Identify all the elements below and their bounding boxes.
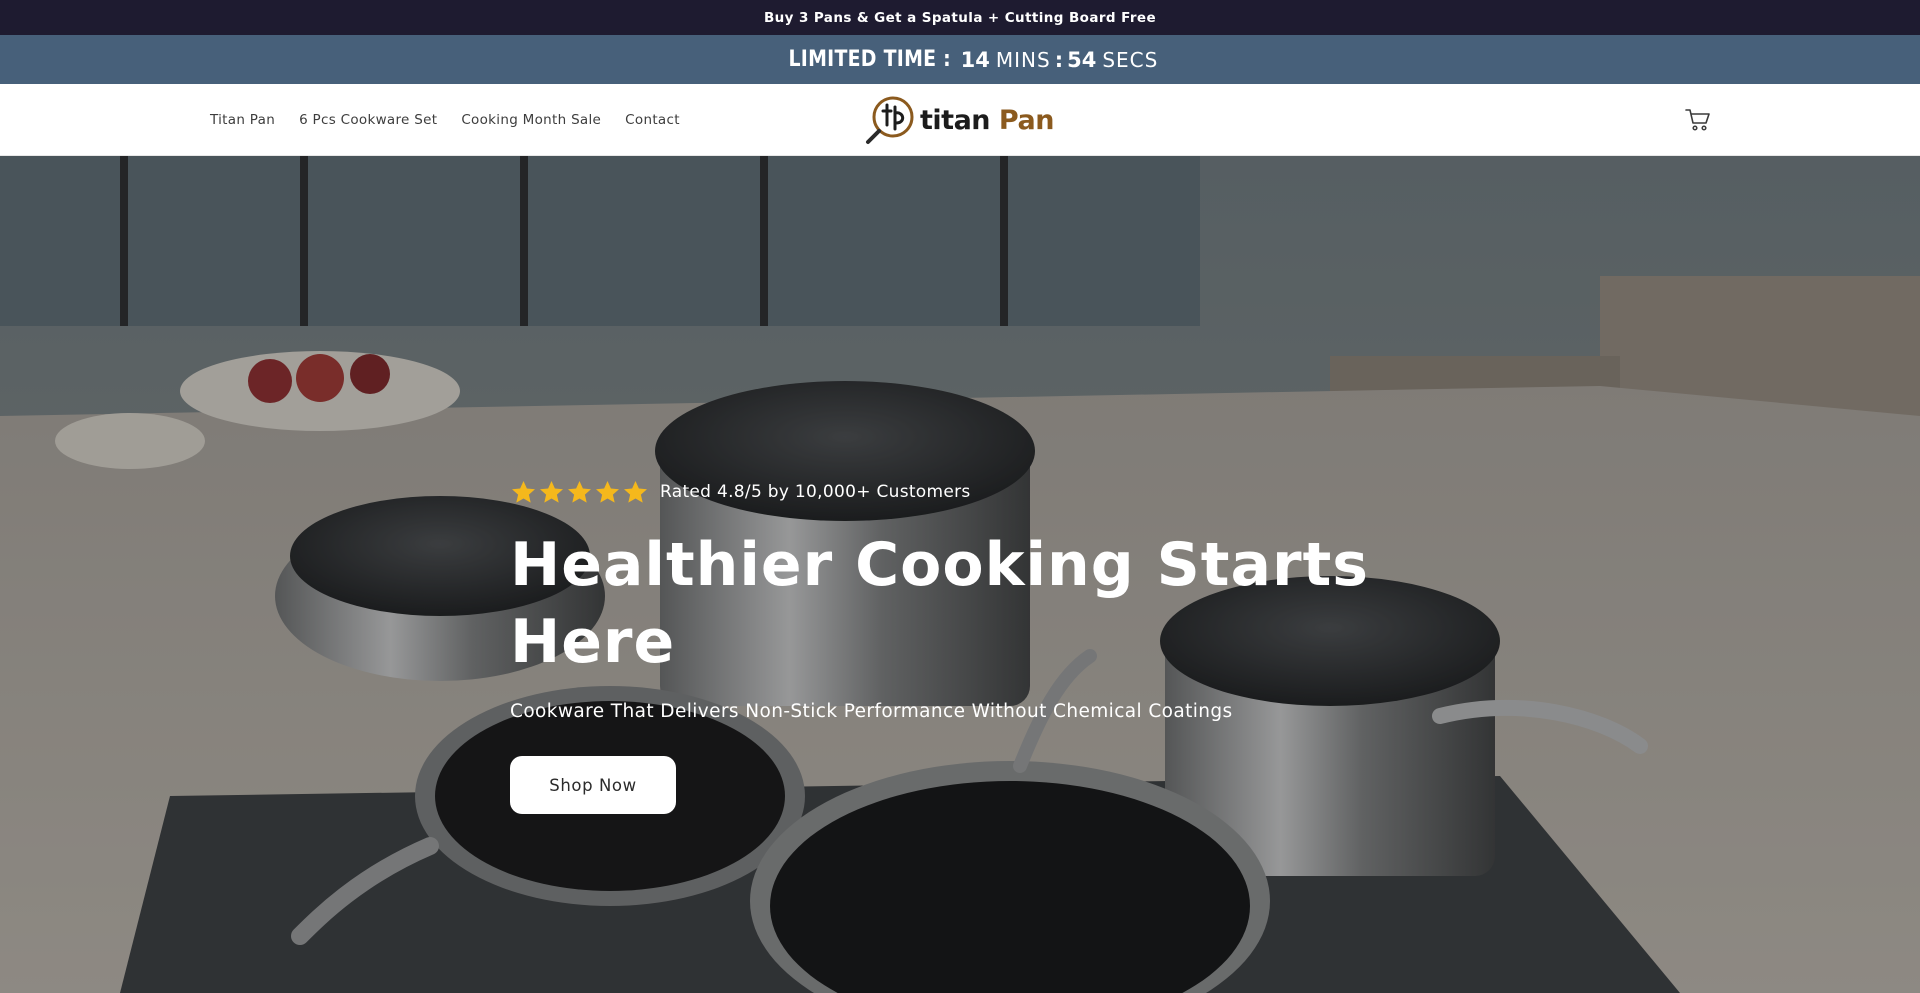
shop-now-button[interactable]: Shop Now bbox=[510, 756, 676, 814]
main-nav: Titan Pan 6 Pcs Cookware Set Cooking Mon… bbox=[210, 84, 704, 156]
rating-stars bbox=[510, 479, 650, 506]
star-icon bbox=[540, 480, 563, 503]
star-icon bbox=[568, 480, 591, 503]
nav-item-cooking-month-sale[interactable]: Cooking Month Sale bbox=[461, 112, 601, 128]
pan-logo-icon bbox=[866, 96, 914, 144]
nav-item-cookware-set[interactable]: 6 Pcs Cookware Set bbox=[299, 112, 437, 128]
star-icon bbox=[596, 480, 619, 503]
countdown-bar: LIMITED TIME : 14 MINS : 54 SECS bbox=[0, 35, 1920, 84]
logo-word-titan: titan bbox=[920, 104, 991, 136]
rating-row: Rated 4.8/5 by 10,000+ Customers bbox=[510, 478, 1410, 506]
rating-text: Rated 4.8/5 by 10,000+ Customers bbox=[660, 482, 971, 502]
countdown-minutes-unit: MINS bbox=[995, 47, 1051, 72]
cart-icon[interactable] bbox=[1685, 108, 1711, 132]
cart-icon-graphic bbox=[1685, 109, 1710, 131]
nav-item-titan-pan[interactable]: Titan Pan bbox=[210, 112, 275, 128]
countdown-separator: : bbox=[1054, 47, 1064, 72]
hero-title: Healthier Cooking Starts Here bbox=[510, 530, 1369, 677]
star-icon bbox=[624, 480, 647, 503]
countdown-label: LIMITED TIME : bbox=[788, 47, 951, 72]
announcement-bar: Buy 3 Pans & Get a Spatula + Cutting Boa… bbox=[0, 0, 1920, 35]
nav-item-contact[interactable]: Contact bbox=[625, 112, 680, 128]
site-header: Titan Pan 6 Pcs Cookware Set Cooking Mon… bbox=[0, 84, 1920, 156]
countdown-seconds: 54 bbox=[1067, 47, 1097, 72]
logo-wordmark: titan Pan bbox=[920, 105, 1054, 136]
hero-content: Rated 4.8/5 by 10,000+ Customers Healthi… bbox=[510, 478, 1410, 814]
site-logo[interactable]: titan Pan bbox=[864, 95, 1054, 145]
countdown-seconds-unit: SECS bbox=[1102, 47, 1159, 72]
countdown-minutes: 14 bbox=[960, 47, 990, 72]
logo-word-pan: Pan bbox=[998, 104, 1055, 136]
announcement-text: Buy 3 Pans & Get a Spatula + Cutting Boa… bbox=[763, 9, 1156, 26]
hero-section: Rated 4.8/5 by 10,000+ Customers Healthi… bbox=[0, 156, 1920, 993]
hero-subtitle: Cookware That Delivers Non-Stick Perform… bbox=[510, 701, 1233, 722]
star-icon bbox=[512, 480, 535, 503]
